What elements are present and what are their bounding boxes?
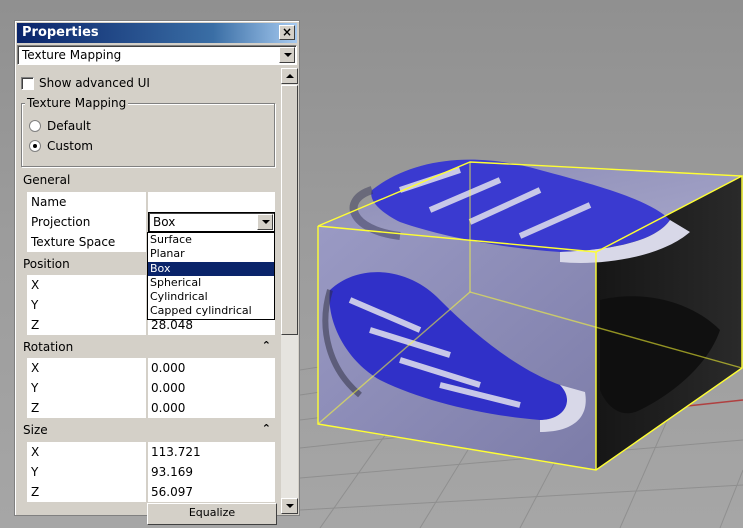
projection-combo[interactable]: Box	[148, 212, 275, 232]
equalize-button[interactable]: Equalize	[147, 503, 277, 525]
chevron-down-icon[interactable]	[279, 47, 295, 63]
section-general-label: General	[23, 173, 71, 187]
prop-texture-space: Texture Space	[27, 232, 147, 252]
show-advanced-checkbox[interactable]	[21, 77, 34, 90]
section-rotation-label: Rotation	[23, 340, 74, 354]
size-z-value[interactable]: 56.097	[148, 482, 275, 502]
prop-z: Z	[27, 398, 147, 418]
prop-x: X	[27, 358, 147, 378]
table-row: X 0.000	[27, 358, 275, 378]
panel-title: Properties	[22, 25, 99, 40]
panel-type-value: Texture Mapping	[22, 48, 122, 62]
radio-default[interactable]	[29, 120, 41, 132]
prop-y: Y	[27, 462, 147, 482]
texture-mapping-group-title: Texture Mapping	[25, 96, 129, 110]
section-rotation[interactable]: Rotation ⌃	[21, 338, 277, 356]
size-x-value[interactable]: 113.721	[148, 442, 275, 462]
panel-scrollbar[interactable]	[281, 68, 298, 514]
prop-name: Name	[27, 192, 147, 212]
table-row: X 113.721	[27, 442, 275, 462]
prop-y: Y	[27, 378, 147, 398]
table-row: Projection Box	[27, 212, 275, 232]
rotation-y-value[interactable]: 0.000	[148, 378, 275, 398]
table-row: Y 93.169	[27, 462, 275, 482]
size-grid: X 113.721 Y 93.169 Z 56.097	[27, 442, 275, 502]
prop-projection: Projection	[27, 212, 147, 232]
table-row: Name	[27, 192, 275, 212]
prop-name-value[interactable]	[148, 192, 275, 212]
rotation-x-value[interactable]: 0.000	[148, 358, 275, 378]
panel-type-combo[interactable]: Texture Mapping	[17, 45, 297, 65]
section-size[interactable]: Size ⌃	[21, 421, 277, 439]
projection-dropdown-list[interactable]: Surface Planar Box Spherical Cylindrical…	[147, 232, 275, 320]
panel-titlebar[interactable]: Properties ×	[17, 23, 297, 43]
rotation-z-value[interactable]: 0.000	[148, 398, 275, 418]
size-y-value[interactable]: 93.169	[148, 462, 275, 482]
projection-option-cylindrical[interactable]: Cylindrical	[148, 290, 274, 304]
show-advanced-label: Show advanced UI	[39, 76, 150, 90]
projection-option-surface[interactable]: Surface	[148, 233, 274, 247]
radio-default-label: Default	[47, 119, 91, 133]
collapse-up-icon[interactable]: ⌃	[262, 423, 271, 434]
table-row: Z 0.000	[27, 398, 275, 418]
close-icon: ×	[281, 25, 293, 39]
scroll-down-icon[interactable]	[281, 498, 298, 514]
projection-option-planar[interactable]: Planar	[148, 247, 274, 261]
table-row: Z 56.097	[27, 482, 275, 502]
prop-z: Z	[27, 482, 147, 502]
section-general[interactable]: General	[21, 171, 277, 189]
texture-mapping-group	[21, 103, 275, 167]
prop-x: X	[27, 442, 147, 462]
chevron-down-icon[interactable]	[257, 214, 273, 230]
scroll-thumb[interactable]	[281, 85, 298, 335]
projection-select[interactable]: Box	[148, 212, 275, 232]
radio-custom-label: Custom	[47, 139, 93, 153]
projection-option-box[interactable]: Box	[148, 261, 274, 276]
section-size-label: Size	[23, 423, 48, 437]
table-row: Y 0.000	[27, 378, 275, 398]
rotation-grid: X 0.000 Y 0.000 Z 0.000	[27, 358, 275, 418]
projection-value: Box	[153, 215, 176, 229]
projection-option-capped-cylindrical[interactable]: Capped cylindrical	[148, 304, 274, 318]
scroll-up-icon[interactable]	[281, 68, 298, 84]
prop-x: X	[27, 275, 147, 295]
collapse-up-icon[interactable]: ⌃	[262, 340, 271, 351]
prop-z: Z	[27, 315, 147, 335]
radio-custom[interactable]	[29, 140, 41, 152]
section-position-label: Position	[23, 257, 70, 271]
projection-option-spherical[interactable]: Spherical	[148, 276, 274, 290]
prop-y: Y	[27, 295, 147, 315]
equalize-label: Equalize	[188, 506, 236, 519]
close-button[interactable]: ×	[279, 25, 295, 40]
